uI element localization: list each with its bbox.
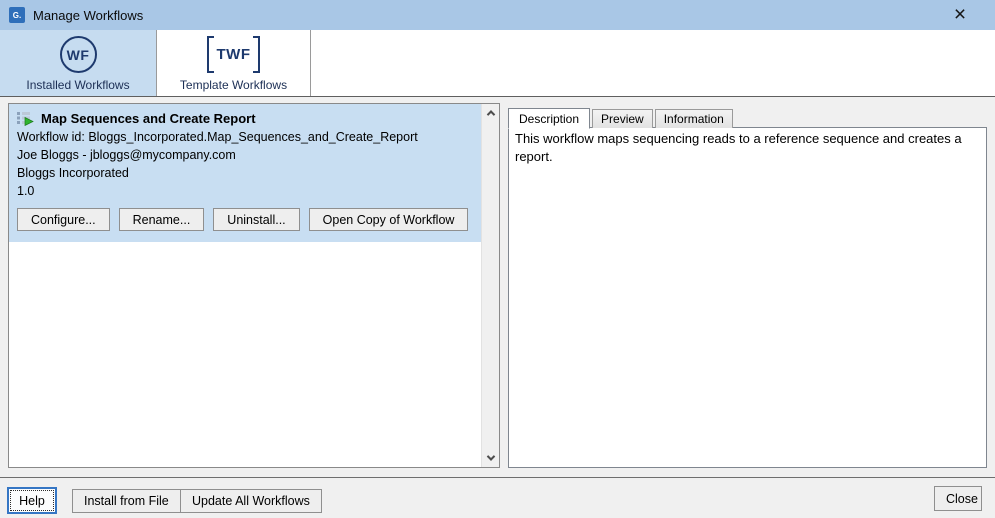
configure-button[interactable]: Configure...	[17, 208, 110, 231]
help-button-label: Help	[19, 494, 45, 508]
tab-installed-workflows-label: Installed Workflows	[26, 78, 129, 92]
tab-template-workflows[interactable]: TWF Template Workflows	[157, 30, 311, 96]
install-from-file-button[interactable]: Install from File	[72, 489, 181, 513]
template-workflows-icon-text: TWF	[214, 36, 254, 73]
workflow-organization: Bloggs Incorporated	[17, 166, 472, 180]
workflow-list-item[interactable]: Map Sequences and Create Report Workflow…	[9, 104, 482, 242]
workflow-author: Joe Bloggs - jbloggs@mycompany.com	[17, 148, 472, 162]
scroll-up-icon[interactable]	[482, 105, 499, 121]
installed-workflows-icon: WF	[60, 36, 97, 73]
app-icon: G.	[9, 7, 25, 23]
workflow-icon	[17, 111, 34, 126]
scroll-down-icon[interactable]	[482, 450, 499, 466]
close-icon[interactable]: ×	[948, 5, 972, 25]
description-text: This workflow maps sequencing reads to a…	[515, 130, 980, 166]
tab-description[interactable]: Description	[508, 108, 590, 129]
help-button[interactable]: Help	[7, 487, 57, 514]
manage-workflows-dialog: G. Manage Workflows × WF Installed Workf…	[0, 0, 995, 518]
open-copy-of-workflow-button[interactable]: Open Copy of Workflow	[309, 208, 469, 231]
workflow-tab-bar: WF Installed Workflows TWF Template Work…	[0, 30, 995, 97]
footer-divider	[0, 477, 995, 478]
tab-preview[interactable]: Preview	[592, 109, 653, 128]
close-button[interactable]: Close	[934, 486, 982, 511]
tab-installed-workflows[interactable]: WF Installed Workflows	[0, 30, 157, 96]
workflow-list: Map Sequences and Create Report Workflow…	[9, 104, 482, 467]
workflow-id: Workflow id: Bloggs_Incorporated.Map_Seq…	[17, 130, 472, 144]
description-panel: This workflow maps sequencing reads to a…	[508, 127, 987, 468]
uninstall-button[interactable]: Uninstall...	[213, 208, 299, 231]
bracket-left-icon	[207, 36, 214, 73]
installed-workflows-list: Map Sequences and Create Report Workflow…	[8, 103, 500, 468]
workflow-name: Map Sequences and Create Report	[41, 111, 256, 126]
rename-button[interactable]: Rename...	[119, 208, 205, 231]
window-title: Manage Workflows	[33, 8, 143, 23]
list-scrollbar[interactable]	[481, 104, 499, 467]
update-all-workflows-button[interactable]: Update All Workflows	[180, 489, 322, 513]
title-bar: G. Manage Workflows ×	[0, 0, 995, 30]
template-workflows-icon: TWF	[207, 36, 261, 73]
tab-information[interactable]: Information	[655, 109, 733, 128]
workflow-version: 1.0	[17, 184, 472, 198]
bracket-right-icon	[253, 36, 260, 73]
tab-template-workflows-label: Template Workflows	[180, 78, 287, 92]
detail-tab-bar: Description Preview Information	[508, 107, 735, 128]
